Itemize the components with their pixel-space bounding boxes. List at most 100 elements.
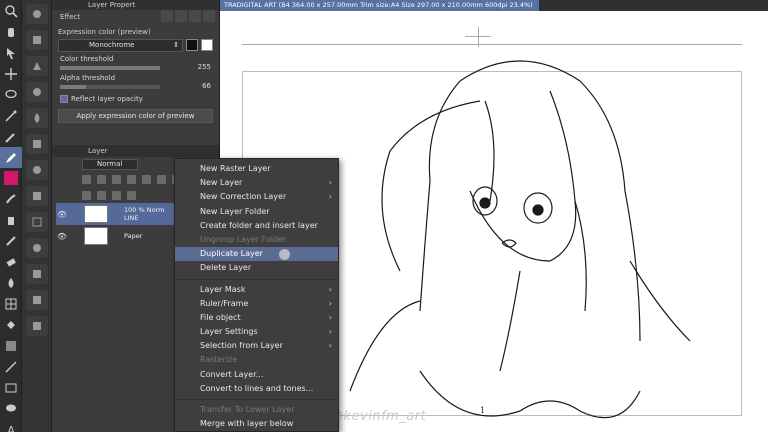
subtool-l-icon[interactable] xyxy=(26,290,48,310)
draft-icon[interactable] xyxy=(112,174,121,184)
effect-tone-icon[interactable] xyxy=(175,10,187,22)
menu-convert-lines-tones[interactable]: Convert to lines and tones... xyxy=(175,382,338,396)
menu-item-label: Ruler/Frame xyxy=(200,298,249,308)
menu-selection-from-layer[interactable]: Selection from Layer › xyxy=(175,339,338,353)
white-color-box[interactable] xyxy=(201,39,213,51)
frame-tool-icon[interactable] xyxy=(0,377,22,398)
alpha-threshold-value[interactable]: 66 xyxy=(202,82,211,90)
effect-extract-icon[interactable] xyxy=(203,10,215,22)
eyedropper-icon[interactable] xyxy=(0,126,22,147)
alpha-threshold-row: Alpha threshold 66 xyxy=(60,74,211,90)
new-folder-icon[interactable] xyxy=(112,190,121,200)
blend-tool-icon[interactable] xyxy=(0,272,22,293)
alpha-threshold-slider[interactable] xyxy=(60,85,160,89)
menu-delete-layer[interactable]: Delete Layer xyxy=(175,261,338,275)
subtool-a-icon[interactable] xyxy=(26,4,48,24)
subtool-j-icon[interactable] xyxy=(26,238,48,258)
new-vector-icon[interactable] xyxy=(97,190,106,200)
new-raster-icon[interactable] xyxy=(82,190,91,200)
zoom-tool-icon[interactable] xyxy=(0,0,22,21)
expression-color-label: Expression color (preview) xyxy=(58,28,151,36)
fill-tool-icon[interactable] xyxy=(0,314,22,335)
hand-tool-icon[interactable] xyxy=(0,21,22,42)
subtool-g-icon[interactable] xyxy=(26,160,48,180)
menu-file-object[interactable]: File object › xyxy=(175,311,338,325)
menu-transfer-lower: Transfer To Lower Layer xyxy=(175,403,338,417)
effect-row: Effect xyxy=(52,10,219,24)
lasso-tool-icon[interactable] xyxy=(0,84,22,105)
lock-transparent-icon[interactable] xyxy=(142,174,151,184)
subtool-d-icon[interactable] xyxy=(26,82,48,102)
subtool-h-icon[interactable] xyxy=(26,186,48,206)
layer-name: Paper xyxy=(124,232,143,240)
subtool-b-icon[interactable] xyxy=(26,30,48,50)
effect-border-icon[interactable] xyxy=(161,10,173,22)
effect-color-icon[interactable] xyxy=(189,10,201,22)
menu-item-label: Transfer To Lower Layer xyxy=(200,405,295,414)
apply-expression-button[interactable]: Apply expression color of preview xyxy=(58,109,213,123)
menu-new-raster-layer[interactable]: New Raster Layer xyxy=(175,162,338,176)
move-tool-icon[interactable] xyxy=(0,63,22,84)
black-color-box[interactable] xyxy=(186,39,198,51)
main-color-swatch[interactable] xyxy=(0,171,21,185)
visibility-eye-icon[interactable]: 👁 xyxy=(56,210,68,219)
color-threshold-fill xyxy=(60,66,160,70)
color-threshold-slider[interactable] xyxy=(60,66,160,70)
eraser-tool-icon[interactable] xyxy=(0,251,22,272)
expression-color-select[interactable]: Monochrome ⇕ xyxy=(58,38,183,52)
mask-icon[interactable] xyxy=(157,174,166,184)
effect-buttons xyxy=(161,10,215,24)
brush-tool-icon[interactable] xyxy=(0,188,22,209)
menu-new-layer-folder[interactable]: New Layer Folder xyxy=(175,205,338,219)
menu-merge-below[interactable]: Merge with layer below xyxy=(175,417,338,431)
operation-tool-icon[interactable] xyxy=(0,42,22,63)
subtool-f-icon[interactable] xyxy=(26,134,48,154)
menu-item-label: Ungroup Layer Folder xyxy=(200,234,287,244)
menu-item-label: New Correction Layer xyxy=(200,192,287,202)
menu-new-layer[interactable]: New Layer › xyxy=(175,176,338,190)
layer-property-tab[interactable]: Layer Propert xyxy=(52,0,219,10)
chevron-right-icon: › xyxy=(328,192,332,202)
menu-new-correction-layer[interactable]: New Correction Layer › xyxy=(175,190,338,204)
lock-icon[interactable] xyxy=(127,174,136,184)
svg-text:A: A xyxy=(7,424,16,432)
balloon-tool-icon[interactable] xyxy=(0,398,22,419)
menu-item-label: Delete Layer xyxy=(200,263,252,273)
menu-duplicate-layer[interactable]: Duplicate Layer xyxy=(175,247,338,262)
pencil-tool-icon[interactable] xyxy=(0,230,22,251)
watermark: @kevinfm_art xyxy=(330,409,427,424)
layer-tab[interactable]: Layer xyxy=(52,145,219,157)
reflect-opacity-checkbox[interactable] xyxy=(60,95,68,103)
grid-tool-icon[interactable] xyxy=(0,293,22,314)
reference-icon[interactable] xyxy=(97,174,106,184)
visibility-eye-icon[interactable]: 👁 xyxy=(56,232,68,241)
delete-layer-icon[interactable] xyxy=(127,190,136,200)
canvas-tab-bar: TRADIGITAL ART (B4 364.00 x 257.00mm Tri… xyxy=(220,0,768,11)
magic-wand-icon[interactable] xyxy=(0,105,22,126)
airbrush-tool-icon[interactable] xyxy=(0,209,22,230)
menu-item-label: Selection from Layer xyxy=(200,341,283,351)
subtool-m-icon[interactable] xyxy=(26,316,48,336)
chevron-right-icon: › xyxy=(328,327,332,337)
subtool-e-icon[interactable] xyxy=(26,108,48,128)
canvas-tab-title[interactable]: TRADIGITAL ART (B4 364.00 x 257.00mm Tri… xyxy=(220,0,539,11)
subtool-c-icon[interactable] xyxy=(26,56,48,76)
layer-thumbnail xyxy=(84,227,108,245)
line-tool-icon[interactable] xyxy=(0,356,22,377)
menu-layer-settings[interactable]: Layer Settings › xyxy=(175,325,338,339)
menu-convert-layer[interactable]: Convert Layer... xyxy=(175,368,338,382)
menu-ruler-frame[interactable]: Ruler/Frame › xyxy=(175,297,338,311)
menu-create-folder-insert[interactable]: Create folder and insert layer xyxy=(175,219,338,233)
layer-thumbnail xyxy=(84,205,108,223)
pen-tool-icon[interactable] xyxy=(0,147,22,168)
subtool-i-icon[interactable] xyxy=(26,212,48,232)
text-tool-icon[interactable]: A xyxy=(0,419,22,432)
blend-mode-select[interactable]: Normal xyxy=(82,158,138,170)
clip-icon[interactable] xyxy=(82,174,91,184)
menu-item-label: Convert Layer... xyxy=(200,369,264,379)
gradient-tool-icon[interactable] xyxy=(0,335,22,356)
menu-layer-mask[interactable]: Layer Mask › xyxy=(175,283,338,297)
color-threshold-value[interactable]: 255 xyxy=(198,63,211,71)
menu-item-label: New Layer xyxy=(200,178,243,188)
subtool-k-icon[interactable] xyxy=(26,264,48,284)
